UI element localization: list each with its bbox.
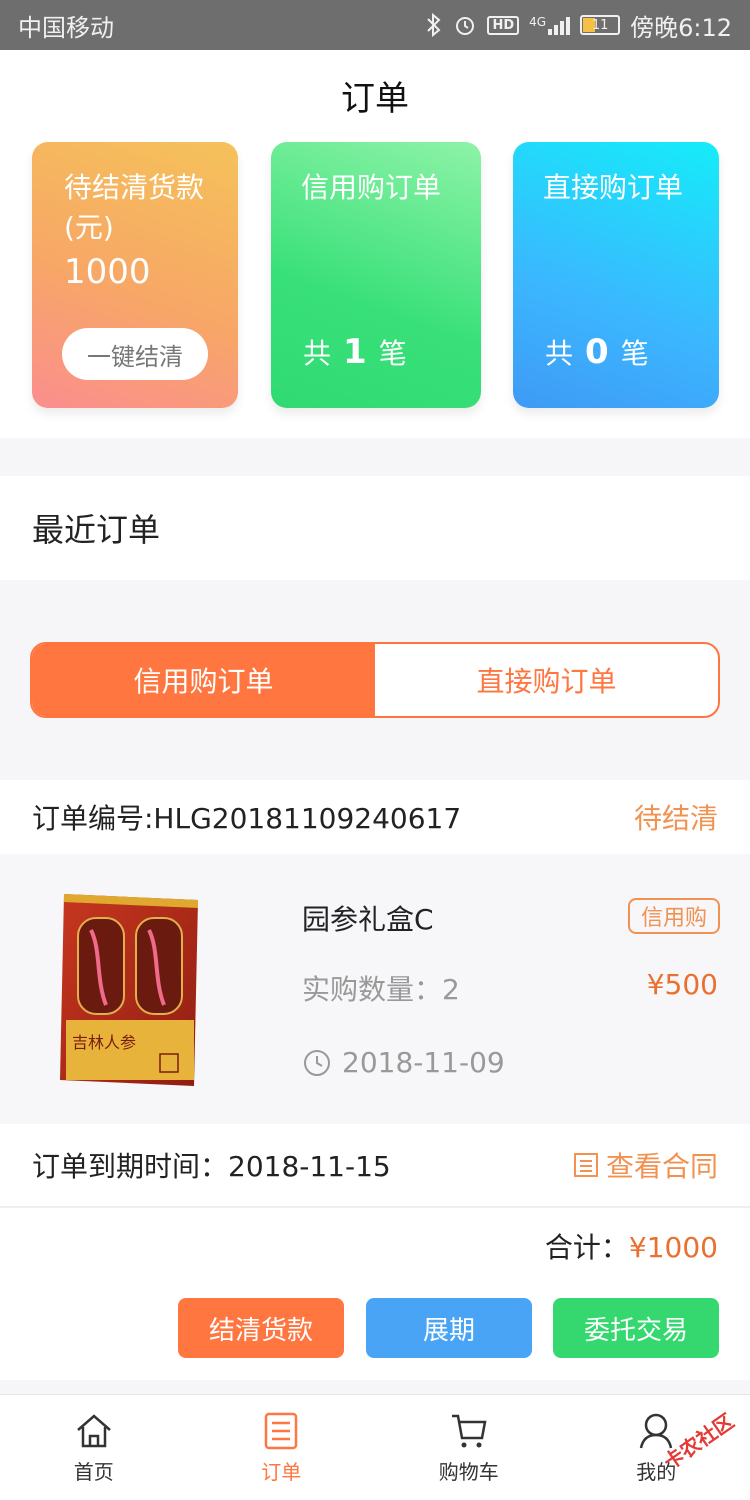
direct-orders-card[interactable]: 直接购订单 共 0 笔 (513, 142, 719, 408)
bluetooth-icon (425, 13, 443, 37)
settle-payment-button[interactable]: 结清货款 (178, 1298, 344, 1358)
carrier: 中国移动 (18, 13, 114, 42)
status-bar: 中国移动 HD 4G 11 傍晚6:12 (0, 0, 750, 50)
credit-orders-title: 信用购订单 (301, 171, 442, 204)
tab-cart[interactable]: 购物车 (375, 1395, 563, 1500)
credit-count-number: 1 (343, 332, 367, 372)
due-date: 订单到期时间：2018-11-15 (32, 1150, 391, 1183)
view-contract-link[interactable]: 查看合同 (572, 1145, 718, 1185)
cart-icon (451, 1414, 487, 1448)
bottom-tab-bar: 首页 订单 购物车 我的 (0, 1394, 750, 1500)
status-time: 傍晚6:12 (630, 13, 732, 42)
signal-icon: 4G (529, 15, 571, 35)
pending-payment-title: 待结清货款(元) (64, 171, 205, 244)
document-icon (573, 1153, 598, 1177)
clock-icon (304, 1049, 330, 1076)
order-date: 2018-11-09 (302, 1046, 505, 1079)
credit-purchase-badge: 信用购 (628, 898, 720, 934)
order-item[interactable]: 吉林人参 园参礼盒C 信用购 实购数量：2 ¥500 2018-11-09 (0, 854, 750, 1124)
summary-cards: 待结清货款(元) 1000 一键结清 信用购订单 共 1 笔 直接购订单 共 0… (0, 138, 750, 438)
due-date-row: 订单到期时间：2018-11-15 查看合同 (0, 1124, 750, 1208)
order-footer: 合计：¥1000 结清货款 展期 委托交易 (0, 1208, 750, 1380)
settle-all-button[interactable]: 一键结清 (62, 328, 208, 380)
direct-count-number: 0 (585, 332, 609, 372)
pending-payment-card: 待结清货款(元) 1000 一键结清 (32, 142, 238, 408)
home-icon (76, 1414, 111, 1448)
order-header: 订单编号:HLG20181109240617 待结清 (0, 780, 750, 854)
purchase-quantity: 实购数量：2 (302, 973, 460, 1006)
direct-orders-title: 直接购订单 (543, 171, 684, 204)
credit-orders-card[interactable]: 信用购订单 共 1 笔 (271, 142, 481, 408)
extend-button[interactable]: 展期 (366, 1298, 532, 1358)
status-icons: HD 4G 11 傍晚6:12 (425, 8, 732, 43)
tab-orders[interactable]: 订单 (188, 1395, 376, 1500)
page-header: 订单 (0, 50, 750, 140)
direct-orders-count: 共 0 笔 (545, 332, 649, 372)
battery-icon: 11 (580, 15, 621, 35)
alarm-icon (453, 13, 477, 37)
order-status: 待结清 (633, 802, 718, 835)
recent-orders-heading: 最近订单 (0, 476, 750, 580)
entrust-trade-button[interactable]: 委托交易 (553, 1298, 719, 1358)
tab-credit-orders[interactable]: 信用购订单 (32, 644, 375, 716)
tab-direct-orders[interactable]: 直接购订单 (375, 644, 718, 716)
order-type-segment: 信用购订单 直接购订单 (30, 642, 720, 718)
order-total: 合计：¥1000 (544, 1231, 718, 1264)
credit-orders-count: 共 1 笔 (303, 332, 407, 372)
hd-icon: HD (487, 15, 520, 35)
product-price: ¥500 (646, 968, 718, 1001)
list-icon (265, 1412, 298, 1450)
order-total-amount: ¥1000 (628, 1231, 718, 1264)
tab-home[interactable]: 首页 (0, 1395, 188, 1500)
page-title: 订单 (341, 78, 409, 119)
product-image: 吉林人参 (60, 894, 198, 1086)
pending-payment-amount: 1000 (64, 252, 151, 292)
product-name: 园参礼盒C (302, 903, 434, 936)
order-number: 订单编号:HLG20181109240617 (32, 802, 462, 835)
svg-text:吉林人参: 吉林人参 (72, 1033, 136, 1052)
